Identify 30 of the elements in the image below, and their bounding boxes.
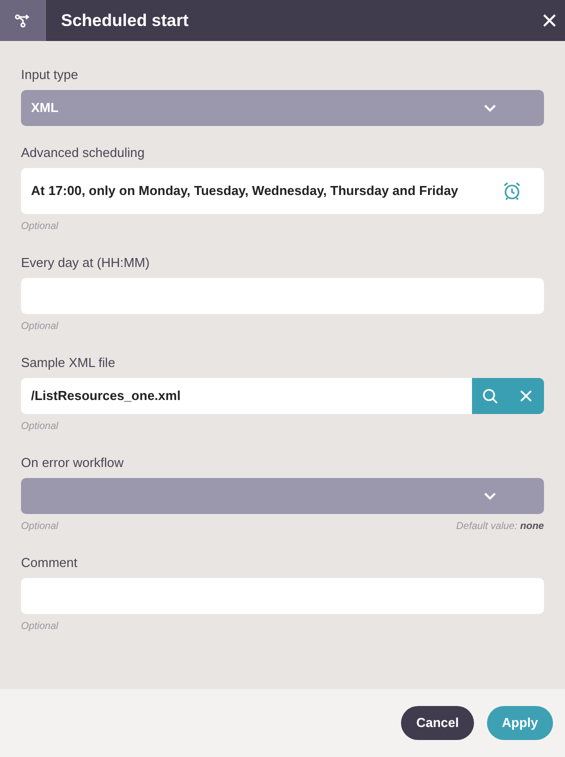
- alarm-clock-icon: [502, 181, 522, 201]
- close-button[interactable]: [541, 12, 557, 28]
- field-label: Every day at (HH:MM): [21, 255, 151, 271]
- field-label: Sample XML file: [21, 355, 116, 371]
- field-label: Advanced scheduling: [21, 145, 146, 161]
- field-label: Comment: [21, 555, 78, 571]
- hint-text: Optional: [21, 421, 58, 433]
- field-value: XML: [31, 99, 58, 118]
- chevron-down-icon: [484, 104, 496, 112]
- cancel-button[interactable]: Cancel: [401, 706, 474, 740]
- chevron-down-icon: [484, 492, 496, 500]
- input-field[interactable]: [21, 278, 544, 314]
- input-field[interactable]: [21, 578, 544, 614]
- hint-text: Optional: [21, 221, 58, 233]
- field-value: /ListResources_one.xml: [31, 387, 181, 406]
- clear-button[interactable]: [508, 378, 544, 414]
- hint-text: Optional: [21, 621, 58, 633]
- search-icon: [482, 388, 498, 404]
- field-label: On error workflow: [21, 455, 125, 471]
- default-value-note: Default value: none: [456, 521, 544, 533]
- input-field[interactable]: /ListResources_one.xml: [21, 378, 472, 414]
- input-field[interactable]: At 17:00, only on Monday, Tuesday, Wednesday, Thursday and Friday: [21, 168, 544, 214]
- search-button[interactable]: [472, 378, 508, 414]
- close-icon: [520, 390, 532, 402]
- field-label: Input type: [21, 67, 80, 83]
- hint-text: Optional: [21, 321, 58, 333]
- workflow-icon: [15, 14, 31, 28]
- hint-text: Optional: [21, 521, 58, 533]
- window-title: Scheduled start: [61, 10, 189, 32]
- field-value: At 17:00, only on Monday, Tuesday, Wednesday, Thursday and Friday: [31, 182, 458, 200]
